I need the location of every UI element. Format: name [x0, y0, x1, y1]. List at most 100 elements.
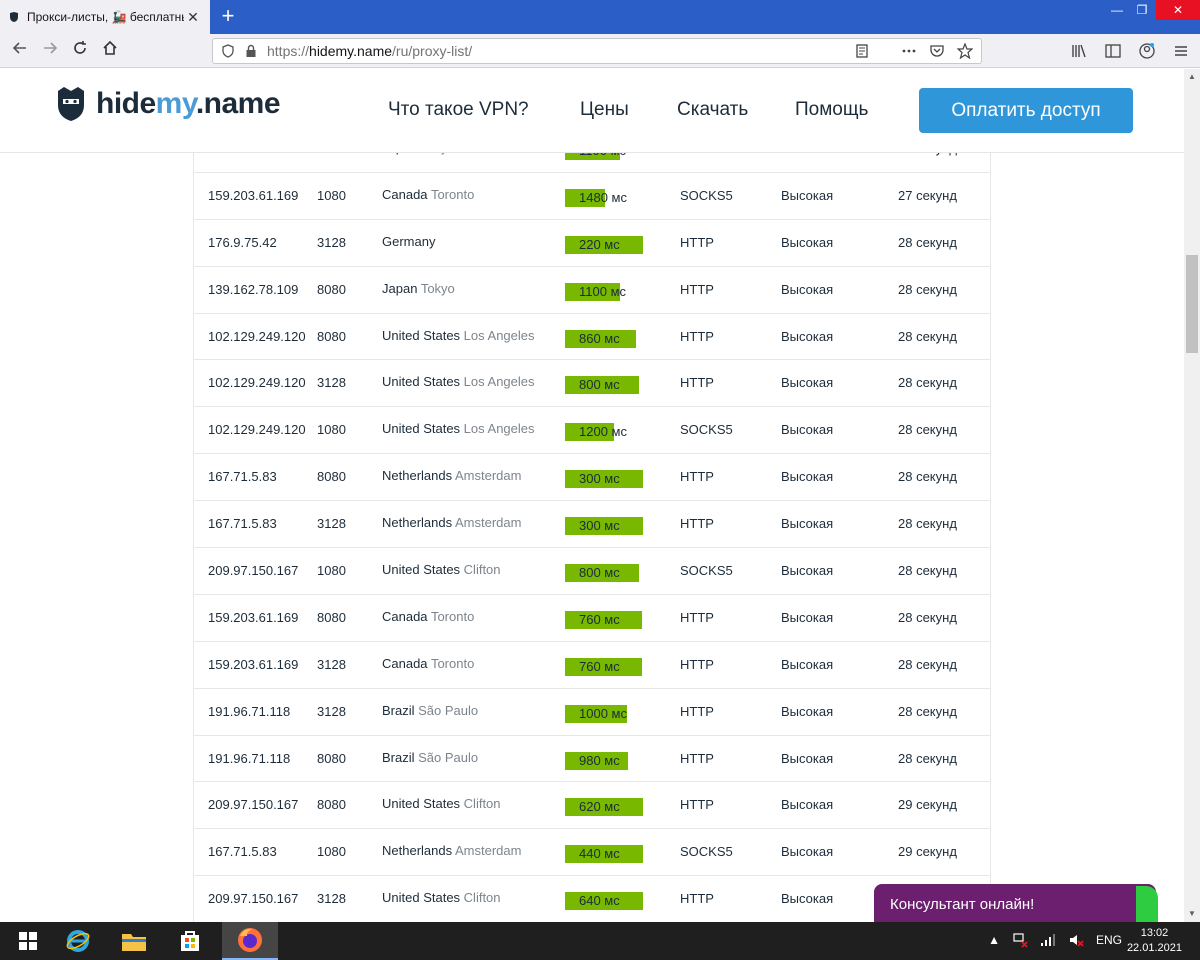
sidebar-icon[interactable] [1104, 42, 1122, 60]
lock-icon[interactable] [245, 44, 257, 58]
wifi-signal-icon[interactable] [1040, 932, 1056, 948]
proxy-ip: 209.97.150.167 [208, 891, 299, 907]
proxy-ip: 102.129.249.120 [208, 328, 306, 344]
nav-download[interactable]: Скачать [677, 99, 748, 121]
proxy-ip: 139.162.78.109 [208, 281, 299, 297]
menu-icon[interactable] [1172, 42, 1190, 60]
proxy-city: Los Angeles [463, 421, 535, 437]
bookmark-star-icon[interactable] [957, 43, 973, 59]
proxy-port: 1080 [317, 563, 346, 579]
start-button[interactable] [0, 922, 56, 960]
table-row: 102.129.249.120 3128 United States Los Ang… [194, 360, 990, 408]
table-row: 159.203.61.169 1080 Canada Toronto 1480 мс S… [194, 173, 990, 220]
pocket-icon[interactable] [929, 44, 945, 58]
scroll-down-icon[interactable]: ▼ [1184, 906, 1200, 922]
nav-what-is-vpn[interactable]: Что такое VPN? [388, 99, 529, 121]
proxy-location: United States Los Angeles [382, 407, 535, 451]
scroll-up-icon[interactable]: ▲ [1184, 69, 1200, 85]
proxy-ip: 102.129.249.120 [208, 422, 306, 438]
speed-label: 1480 мс [579, 189, 627, 205]
proxy-location: Germany [382, 220, 435, 264]
proxy-table: 139.162.78.109 3128 Japan Tokyo 1100 мс HTTP… [193, 153, 991, 922]
proxy-last-check: 28 секунд [898, 609, 957, 625]
tracking-shield-icon[interactable] [221, 44, 235, 58]
proxy-city: Clifton [463, 562, 501, 578]
browser-toolbar: https://hidemy.name/ru/proxy-list/ [0, 34, 1200, 68]
proxy-city: Amsterdam [455, 515, 522, 531]
proxy-type: HTTP [680, 609, 714, 625]
file-explorer-icon [122, 934, 146, 951]
proxy-last-check: 28 секунд [898, 375, 957, 391]
back-button[interactable] [8, 39, 32, 63]
proxy-port: 3128 [317, 375, 346, 391]
logo-text-accent: my [155, 87, 197, 120]
nav-help[interactable]: Помощь [795, 99, 868, 121]
proxy-type: HTTP [680, 516, 714, 532]
taskbar-clock[interactable]: 13:02 22.01.2021 [1127, 926, 1182, 956]
nav-prices[interactable]: Цены [580, 99, 629, 121]
proxy-anonymity: Высокая [781, 656, 834, 672]
proxy-type: HTTP [680, 750, 714, 766]
forward-button[interactable] [38, 39, 62, 63]
tray-expand-icon[interactable]: ▲ [988, 933, 1000, 947]
more-actions-icon[interactable] [901, 44, 917, 58]
taskbar-internet-explorer[interactable] [50, 922, 106, 960]
proxy-type: SOCKS5 [680, 187, 733, 203]
speed-label: 640 мс [579, 893, 620, 909]
address-bar[interactable]: https://hidemy.name/ru/proxy-list/ [212, 38, 982, 64]
proxy-port: 3128 [317, 516, 346, 532]
proxy-country: Netherlands [382, 515, 453, 531]
reader-view-icon[interactable] [855, 44, 869, 58]
proxy-city: Amsterdam [455, 468, 522, 484]
table-row: 167.71.5.83 3128 Netherlands Amsterdam 300 … [194, 501, 990, 549]
scrollbar-thumb[interactable] [1186, 255, 1198, 353]
language-indicator[interactable]: ENG [1096, 933, 1122, 947]
windows-start-icon [19, 932, 37, 950]
online-indicator [1136, 886, 1158, 926]
reload-button[interactable] [68, 39, 92, 63]
table-row: 191.96.71.118 3128 Brazil São Paulo 1000 мс… [194, 689, 990, 736]
speed-label: 1200 мс [579, 424, 627, 440]
table-row: 139.162.78.109 3128 Japan Tokyo 1100 мс HTTP… [194, 153, 990, 173]
proxy-city: Tokyo [420, 280, 455, 296]
proxy-anonymity: Высокая [781, 187, 834, 203]
clock-time: 13:02 [1140, 927, 1169, 939]
system-tray: ▲ ENG [988, 932, 1122, 948]
account-icon[interactable] [1138, 42, 1156, 60]
proxy-ip: 191.96.71.118 [208, 750, 291, 766]
volume-muted-icon[interactable] [1068, 932, 1084, 948]
network-disconnected-icon[interactable] [1012, 932, 1028, 948]
proxy-anonymity: Высокая [781, 328, 834, 344]
taskbar-store[interactable] [162, 922, 218, 960]
proxy-last-check: 28 секунд [898, 656, 957, 672]
home-button[interactable] [98, 39, 122, 63]
proxy-anonymity: Высокая [781, 281, 834, 297]
site-logo[interactable]: hidemy.name [54, 85, 281, 123]
tab-close-icon[interactable]: ✕ [184, 8, 202, 26]
pay-access-button[interactable]: Оплатить доступ [919, 88, 1133, 133]
proxy-ip: 191.96.71.118 [208, 703, 291, 719]
page-scrollbar[interactable]: ▲ ▼ [1184, 69, 1200, 922]
taskbar-firefox[interactable] [222, 922, 278, 960]
browser-tab-active[interactable]: Прокси-листы, 🚂 бесплатные ✕ [0, 0, 210, 34]
speed-label: 760 мс [579, 611, 620, 627]
speed-label: 1000 мс [579, 705, 627, 721]
ninja-logo-icon [58, 87, 84, 121]
new-tab-button[interactable]: + [215, 3, 241, 29]
proxy-country: Canada [382, 186, 428, 202]
hidemy-favicon-icon [10, 12, 18, 22]
proxy-ip: 209.97.150.167 [208, 797, 299, 813]
proxy-anonymity: Высокая [781, 469, 834, 485]
close-window-button[interactable]: ✕ [1156, 0, 1200, 20]
restore-button[interactable]: ❐ [1125, 0, 1159, 20]
table-row: 159.203.61.169 3128 Canada Toronto 760 мс HT… [194, 642, 990, 689]
chat-widget[interactable]: Консультант онлайн! [874, 884, 1158, 926]
library-icon[interactable] [1070, 42, 1088, 60]
logo-text-tail: .name [195, 87, 281, 120]
proxy-port: 8080 [317, 797, 346, 813]
taskbar-file-explorer[interactable] [106, 922, 162, 960]
proxy-ip: 167.71.5.83 [208, 844, 277, 860]
browser-toolbar-icons [1070, 42, 1190, 60]
proxy-ip: 167.71.5.83 [208, 469, 277, 485]
proxy-ip: 159.203.61.169 [208, 609, 299, 625]
